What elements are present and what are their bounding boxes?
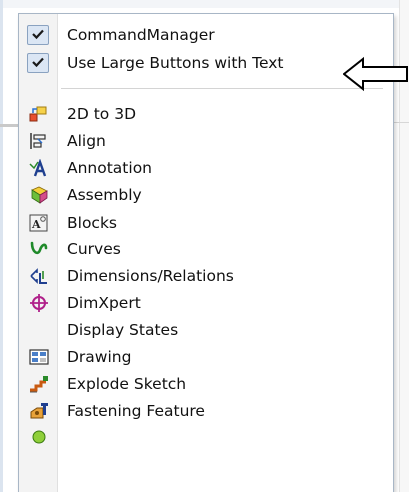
menu-item-commandmanager[interactable]: CommandManager [19,22,393,48]
checkmark-icon [27,53,49,73]
menu-item-label: Dimensions/Relations [67,267,234,285]
menu-item-drawing[interactable]: Drawing [19,344,393,370]
menu-item-display-states[interactable]: Display States [19,317,393,343]
menu-item-label: Display States [67,321,179,339]
checkmark-icon [27,25,49,45]
menu-item-label: Curves [67,240,121,258]
menu-item-label: Annotation [67,159,153,177]
menu-item-label: Align [67,132,106,150]
menu-item-label: Fastening Feature [67,402,205,420]
screen: CommandManager Use Large Buttons with Te… [0,0,409,492]
assembly-icon [29,186,49,204]
menu-item-partial[interactable] [19,425,393,451]
curves-icon [29,240,49,258]
menu-item-label: Use Large Buttons with Text [67,54,284,72]
menu-item-align[interactable]: Align [19,128,393,154]
background-left-edge [0,0,3,492]
background-toolbar-strip [0,0,409,8]
menu-item-explode-sketch[interactable]: Explode Sketch [19,371,393,397]
menu-item-label: Explode Sketch [67,375,187,393]
menu-separator [61,88,383,89]
menu-item-fastening-feature[interactable]: Fastening Feature [19,398,393,424]
menu-item-label: CommandManager [67,26,215,44]
svg-text:A: A [31,218,41,231]
menu-item-annotation[interactable]: Annotation [19,155,393,181]
drawing-icon [29,348,49,366]
toolbar-context-menu: CommandManager Use Large Buttons with Te… [18,13,394,492]
fastening-feature-icon [29,402,49,420]
background-divider [394,122,409,123]
menu-item-label: 2D to 3D [67,105,137,123]
partial-toolbar-icon [29,429,49,447]
menu-item-dimxpert[interactable]: DimXpert [19,290,393,316]
explode-sketch-icon [29,375,49,393]
2d-to-3d-icon [29,105,49,123]
menu-item-assembly[interactable]: Assembly [19,182,393,208]
menu-item-label: Blocks [67,214,117,232]
menu-item-blocks[interactable]: A Blocks [19,210,393,236]
menu-item-2d-to-3d[interactable]: 2D to 3D [19,101,393,127]
menu-item-curves[interactable]: Curves [19,236,393,262]
annotation-icon [29,158,49,177]
blocks-icon: A [29,214,49,232]
menu-item-label: Drawing [67,348,132,366]
background-divider [0,124,18,127]
menu-item-label: DimXpert [67,294,141,312]
menu-item-label: Assembly [67,186,142,204]
dimxpert-icon [29,294,49,312]
menu-item-use-large-buttons-with-text[interactable]: Use Large Buttons with Text [19,50,393,76]
callout-arrow-icon [343,56,408,92]
dimensions-relations-icon [29,267,49,285]
align-icon [29,132,49,150]
menu-item-dimensions-relations[interactable]: Dimensions/Relations [19,263,393,289]
